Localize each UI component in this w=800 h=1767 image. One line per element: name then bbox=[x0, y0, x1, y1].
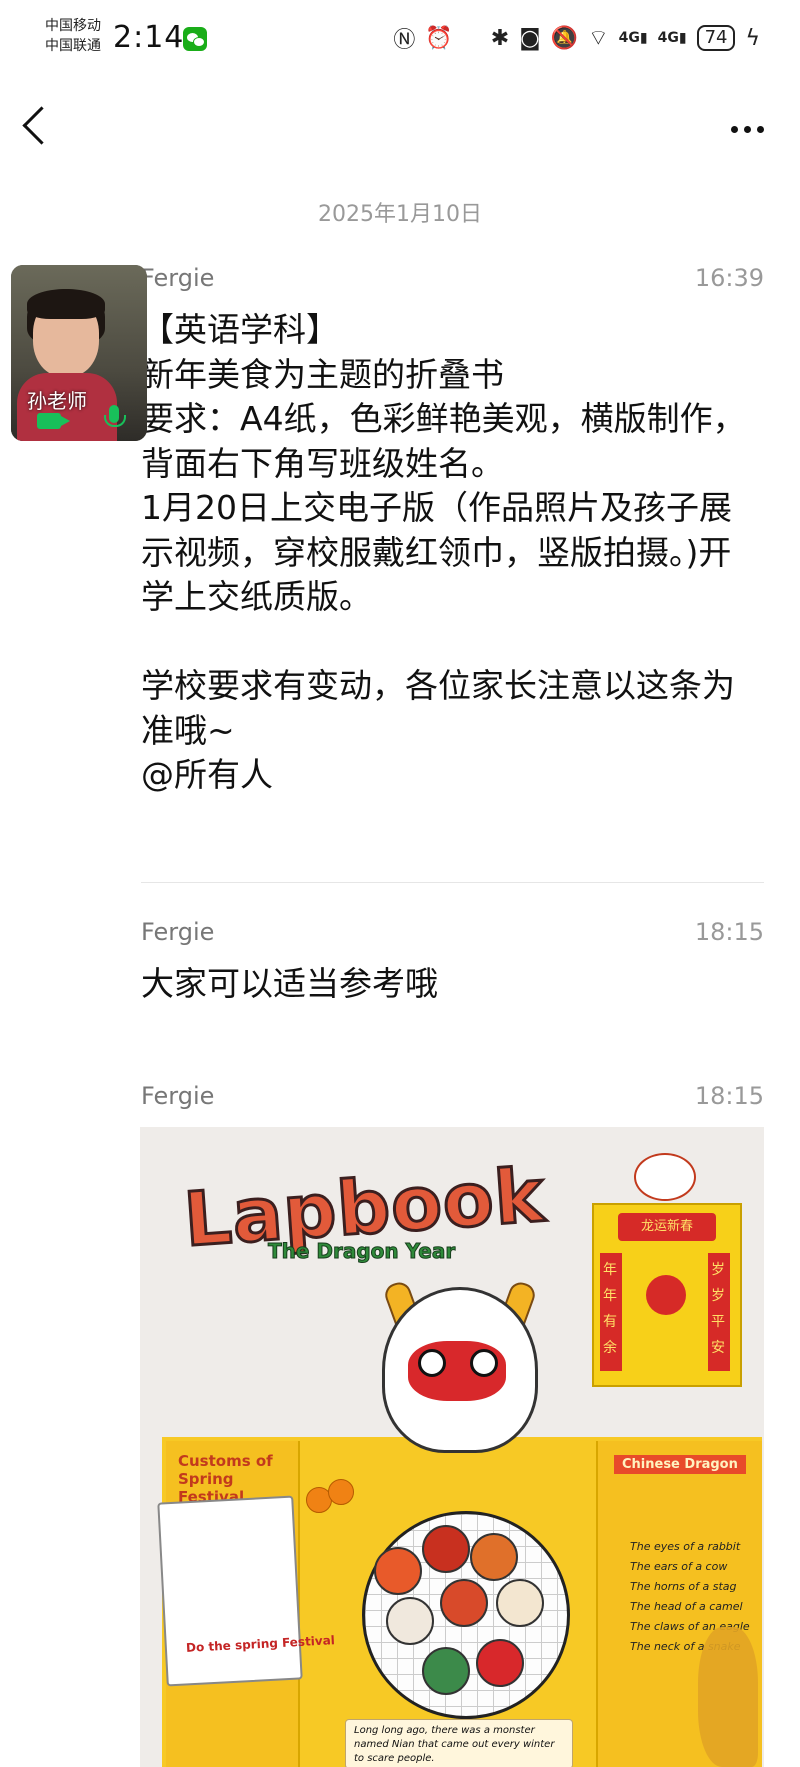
microphone-icon[interactable] bbox=[104, 405, 126, 427]
orange-icon bbox=[328, 1479, 354, 1505]
dragon-fact: The head of a camel bbox=[630, 1600, 743, 1613]
dragon-head-sticker bbox=[634, 1153, 696, 1201]
carrier-labels: 中国移动 中国联通 bbox=[45, 16, 101, 56]
nian-story-text: Long long ago, there was a monster named… bbox=[345, 1719, 573, 1767]
mute-icon: 🔕 bbox=[550, 25, 578, 51]
dragon-fact: The eyes of a rabbit bbox=[630, 1540, 741, 1553]
battery-indicator: 74 bbox=[696, 25, 736, 51]
message-time: 16:39 bbox=[694, 264, 764, 292]
dish bbox=[422, 1525, 470, 1573]
dish bbox=[470, 1533, 518, 1581]
dragon-fact: The ears of a cow bbox=[630, 1560, 728, 1573]
dish bbox=[374, 1547, 422, 1595]
floating-video-call[interactable]: 孙老师 bbox=[11, 265, 147, 441]
more-options-icon[interactable] bbox=[731, 126, 764, 133]
message-sender: Fergie bbox=[141, 918, 215, 946]
spring-festival-card bbox=[157, 1495, 303, 1687]
dish bbox=[476, 1639, 524, 1687]
message-time: 18:15 bbox=[694, 918, 764, 946]
couplet-left-text: 年年有余 bbox=[603, 1262, 617, 1356]
alarm-icon: ⏰ bbox=[425, 25, 453, 51]
wechat-notification-icon bbox=[183, 27, 207, 51]
lion-eye-left bbox=[418, 1349, 446, 1377]
carrier-2: 中国联通 bbox=[45, 38, 101, 54]
lion-eye-right bbox=[470, 1349, 498, 1377]
message-divider bbox=[141, 882, 764, 883]
date-separator: 2025年1月10日 bbox=[318, 202, 482, 227]
couplet-right-text: 岁岁平安 bbox=[711, 1262, 725, 1356]
message-text[interactable]: 大家可以适当参考哦 bbox=[141, 962, 761, 1007]
dish bbox=[422, 1647, 470, 1695]
lapbook-image[interactable]: Lapbook The Dragon Year 龙运新春 年年有余 岁岁平安 C… bbox=[140, 1127, 764, 1767]
wifi-icon: ⌔ bbox=[587, 26, 609, 51]
message-sender: Fergie bbox=[141, 264, 215, 292]
dish bbox=[440, 1579, 488, 1627]
message-text[interactable]: 【英语学科】 新年美食为主题的折叠书 要求：A4纸，色彩鲜艳美观，横版制作，背面… bbox=[141, 308, 761, 798]
signal-icon-1: 4G▮ bbox=[618, 30, 648, 46]
back-arrow-icon[interactable] bbox=[22, 106, 61, 145]
message-time: 18:15 bbox=[694, 1082, 764, 1110]
video-person-bangs bbox=[27, 289, 105, 319]
nfc-icon: Ⓝ bbox=[393, 28, 416, 53]
carrier-1: 中国移动 bbox=[45, 18, 101, 34]
bluetooth-icon: ✱ bbox=[490, 25, 510, 51]
video-camera-icon[interactable] bbox=[37, 413, 70, 429]
banner-medallion bbox=[646, 1275, 686, 1315]
banner-top-text: 龙运新春 bbox=[618, 1213, 716, 1241]
status-icons: Ⓝ ⏰ ✱ ◙ 🔕 ⌔ 4G▮ 4G▮ 74 ϟ bbox=[393, 20, 760, 56]
video-caller-name: 孙老师 bbox=[27, 389, 87, 413]
dish bbox=[496, 1579, 544, 1627]
dish bbox=[386, 1597, 434, 1645]
status-time: 2:14 bbox=[113, 20, 185, 55]
dragon-fact: The horns of a stag bbox=[630, 1580, 737, 1593]
camera-icon: ◙ bbox=[519, 25, 541, 51]
charging-icon: ϟ bbox=[745, 25, 760, 51]
golden-dragon-illustration bbox=[698, 1627, 758, 1767]
message-sender: Fergie bbox=[141, 1082, 215, 1110]
chinese-dragon-title: Chinese Dragon bbox=[614, 1455, 746, 1474]
signal-icon-2: 4G▮ bbox=[657, 30, 687, 46]
lapbook-subtitle: The Dragon Year bbox=[267, 1239, 456, 1264]
